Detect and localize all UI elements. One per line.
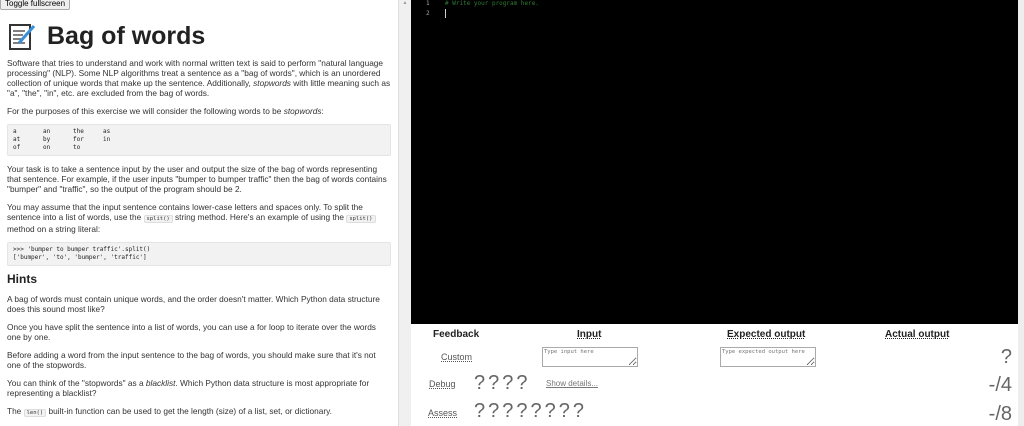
line-number: 1 [426,0,430,7]
page-scrollbar[interactable] [1018,0,1024,426]
hints-heading: Hints [7,272,37,286]
debug-score: -/4 [988,374,1012,396]
stopword: as [103,128,111,135]
assess-score: -/8 [988,403,1012,425]
intro-text: Software that tries to understand and wo… [7,58,391,98]
stopword: an [43,128,51,135]
expected-output-header: Expected output [727,329,806,340]
stopwords-list: a an the as at by for in of on to [7,124,391,156]
custom-button[interactable]: Custom [441,352,472,362]
show-details-link[interactable]: Show details... [546,379,598,388]
custom-result: ? [1000,346,1012,368]
debug-marks: ???? [474,372,531,394]
assess-button[interactable]: Assess [428,408,457,418]
task-text: Your task is to take a sentence input by… [7,164,387,194]
stopword: in [103,136,111,143]
feedback-panel: Feedback Input Expected output Actual ou… [411,324,1018,426]
feedback-header: Feedback [433,329,480,340]
stopword: a [13,128,17,135]
stopword: at [13,136,21,143]
hint: Before adding a word from the input sent… [7,350,376,370]
assess-marks: ???????? [474,400,587,422]
stopword: of [13,144,21,151]
panel-scrollbar[interactable]: ▲ [398,0,411,426]
hint: Once you have split the sentence into a … [7,322,376,342]
stopword: on [43,144,51,151]
input-field[interactable] [542,347,638,367]
scroll-up-icon[interactable]: ▲ [399,0,411,6]
memo-icon [9,24,36,50]
stopword: to [73,144,81,151]
assume-text: You may assume that the input sentence c… [7,202,391,234]
code-comment: # Write your program here. [445,0,539,7]
line-number: 2 [426,10,430,17]
stopword: the [73,128,84,135]
actual-output-header: Actual output [885,329,950,340]
code-example: >>> 'bumper to bumper traffic'.split() [… [7,242,391,266]
toggle-fullscreen-button[interactable]: Toggle fullscreen [0,0,71,10]
hint: A bag of words must contain unique words… [7,294,380,314]
cursor [445,9,446,18]
stopword: by [43,136,51,143]
expected-output-field[interactable] [720,347,816,367]
purpose-text: For the purposes of this exercise we wil… [7,106,324,116]
hint: The len() built-in function can be used … [7,406,332,417]
stopword: for [73,136,84,143]
code-editor[interactable]: 1 2 # Write your program here. [411,0,1018,324]
page-title: Bag of words [7,20,391,52]
instructions-panel: Toggle fullscreen Bag of words Software … [0,0,398,426]
hint: You can think of the "stopwords" as a bl… [7,378,370,398]
debug-button[interactable]: Debug [429,379,456,389]
input-header: Input [577,329,602,340]
